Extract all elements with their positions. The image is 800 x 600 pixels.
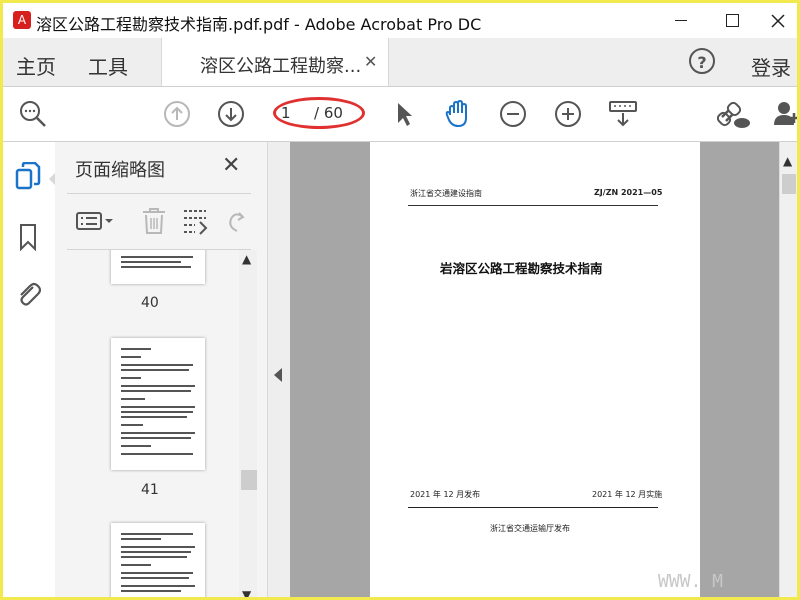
select-pointer-icon[interactable] — [387, 97, 421, 131]
bookmark-icon[interactable] — [13, 222, 43, 252]
extract-pages-icon[interactable] — [181, 206, 209, 236]
close-icon — [771, 13, 785, 28]
page-thumbnails-icon[interactable] — [13, 162, 43, 192]
delete-icon[interactable] — [141, 206, 167, 236]
add-user-icon[interactable] — [769, 97, 797, 131]
attachment-icon[interactable] — [13, 278, 43, 308]
thumbnail-scrollbar[interactable]: ▲ ▼ — [239, 250, 257, 597]
scroll-up-icon[interactable]: ▲ — [783, 154, 792, 168]
close-tab-icon[interactable]: ✕ — [364, 52, 377, 71]
scroll-up-icon[interactable]: ▲ — [242, 252, 251, 266]
rotate-icon[interactable] — [225, 206, 249, 236]
share-link-icon[interactable] — [717, 97, 751, 131]
thumbnail-options-icon[interactable] — [75, 206, 115, 236]
page-header-left: 浙江省交通建设指南 — [410, 189, 482, 198]
window-title: 溶区公路工程勘察技术指南.pdf.pdf - Adobe Acrobat Pro… — [36, 15, 482, 34]
page-number-input[interactable] — [281, 102, 307, 124]
tab-home[interactable]: 主页 — [16, 51, 56, 80]
title-bar: A 溶区公路工程勘察技术指南.pdf.pdf - Adobe Acrobat P… — [3, 3, 797, 38]
thumbnail-toolbar — [67, 193, 251, 250]
implement-date: 2021 年 12 月实施 — [592, 490, 663, 499]
page-header-right: ZJ/ZN 2021—05 — [594, 188, 663, 197]
panel-title: 页面缩略图 — [75, 160, 165, 181]
maximize-icon — [725, 14, 739, 27]
search-zoom-icon[interactable] — [16, 97, 50, 131]
close-window-button[interactable] — [755, 3, 797, 38]
document-view: 浙江省交通建设指南 ZJ/ZN 2021—05 岩溶区公路工程勘察技术指南 20… — [290, 142, 779, 597]
maximize-button[interactable] — [709, 3, 755, 38]
thumbnails-panel: 页面缩略图 ✕ 40 41 ▲ ▼ — [55, 142, 267, 597]
page-thumbnail[interactable] — [111, 523, 205, 597]
page-thumbnail-number: 41 — [141, 482, 159, 498]
help-icon[interactable]: ? — [689, 48, 715, 74]
tab-bar: 主页 工具 溶区公路工程勘察... ✕ ? 登录 — [3, 38, 797, 87]
tab-tools[interactable]: 工具 — [88, 51, 128, 80]
zoom-in-icon[interactable] — [551, 97, 585, 131]
toolbar: / 60 — [3, 87, 797, 142]
scroll-down-icon[interactable]: ▼ — [242, 588, 251, 597]
page-total: / 60 — [314, 104, 343, 122]
header-rule — [408, 205, 658, 206]
page-thumbnail[interactable] — [111, 338, 205, 470]
footer-rule — [408, 507, 658, 508]
collapse-panel-icon[interactable] — [274, 368, 282, 382]
keyboard-scroll-icon[interactable] — [606, 97, 640, 131]
thumbnail-list: 40 41 — [55, 250, 255, 597]
scrollbar-thumb[interactable] — [241, 470, 257, 490]
publisher: 浙江省交通运输厅发布 — [490, 524, 570, 533]
document-title: 岩溶区公路工程勘察技术指南 — [440, 261, 603, 276]
close-panel-icon[interactable]: ✕ — [222, 153, 240, 178]
page-thumbnail-number: 40 — [141, 295, 159, 311]
scrollbar-thumb[interactable] — [782, 174, 796, 194]
page-thumbnail[interactable] — [111, 250, 205, 284]
minimize-button[interactable] — [658, 3, 704, 38]
acrobat-icon: A — [13, 11, 31, 29]
watermark: WWW. M — [658, 571, 724, 592]
document-scrollbar[interactable]: ▲ — [779, 142, 797, 597]
page-down-icon[interactable] — [214, 97, 248, 131]
panel-splitter[interactable] — [267, 142, 290, 597]
page-up-icon[interactable] — [160, 97, 194, 131]
login-button[interactable]: 登录 — [751, 52, 791, 81]
zoom-out-icon[interactable] — [496, 97, 530, 131]
hand-tool-icon[interactable] — [441, 97, 475, 131]
minimize-icon — [675, 20, 687, 21]
tab-document[interactable]: 溶区公路工程勘察... ✕ — [161, 38, 389, 86]
app-window: A 溶区公路工程勘察技术指南.pdf.pdf - Adobe Acrobat P… — [0, 0, 800, 600]
document-tab-label: 溶区公路工程勘察... — [200, 56, 362, 77]
publish-date: 2021 年 12 月发布 — [410, 490, 481, 499]
navigation-rail — [3, 142, 56, 597]
document-page: 浙江省交通建设指南 ZJ/ZN 2021—05 岩溶区公路工程勘察技术指南 20… — [370, 142, 700, 597]
